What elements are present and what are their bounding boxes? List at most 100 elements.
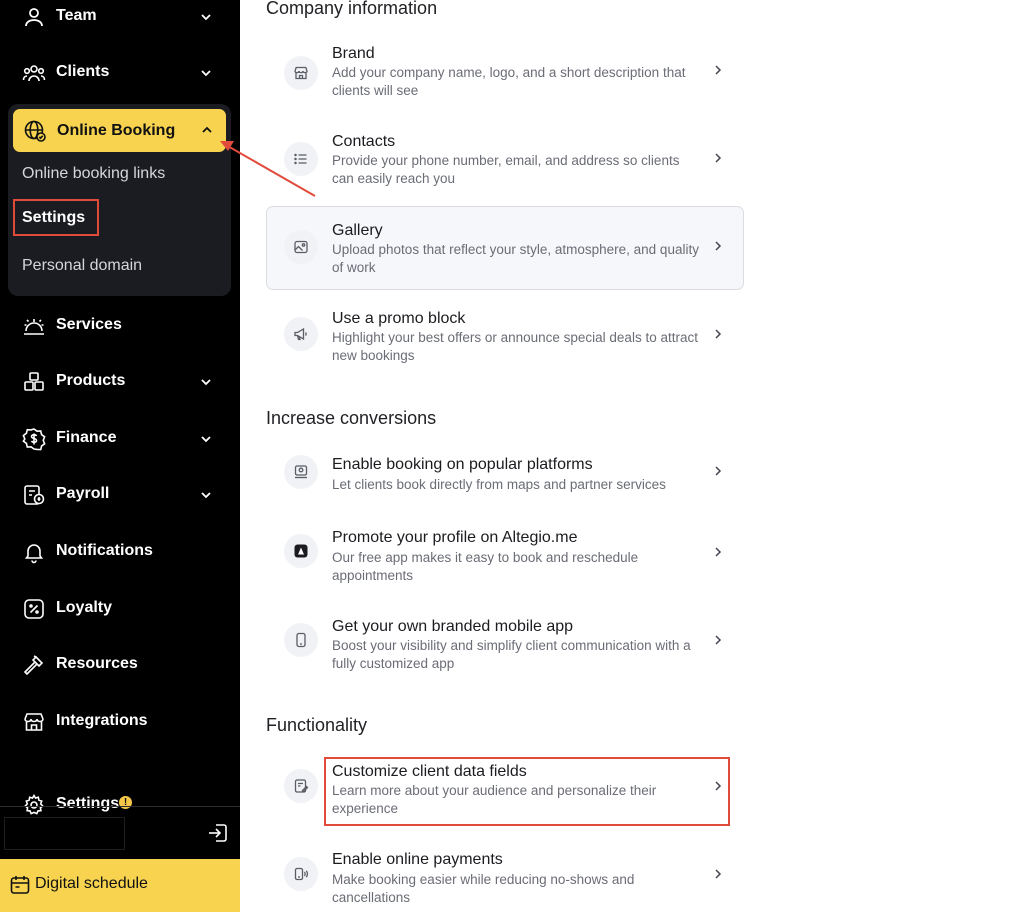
globe-icon	[24, 120, 46, 142]
chevron-right-icon	[715, 241, 722, 251]
card-altegio-me[interactable]: Promote your profile on Altegio.me Our f…	[266, 516, 744, 600]
sidebar-item-payroll[interactable]: Payroll	[0, 475, 240, 515]
chevron-right-icon	[715, 466, 722, 476]
sidebar: Team Clients Online Booking Online booki…	[0, 0, 240, 912]
edit-form-icon	[284, 769, 318, 803]
sidebar-item-clients[interactable]: Clients	[0, 53, 240, 93]
chevron-right-icon	[715, 869, 722, 879]
chevron-down-icon	[201, 492, 211, 499]
card-description: Make booking easier while reducing no-sh…	[332, 872, 635, 905]
sidebar-item-label: Notifications	[56, 542, 153, 559]
card-title: Customize client data fields	[332, 763, 527, 780]
storefront-icon	[284, 56, 318, 90]
megaphone-icon	[284, 317, 318, 351]
chevron-right-icon	[715, 547, 722, 557]
card-description: Provide your phone number, email, and ad…	[332, 153, 680, 186]
logout-icon[interactable]	[206, 821, 230, 845]
sidebar-item-label: Integrations	[56, 712, 148, 729]
chevron-right-icon	[715, 781, 722, 791]
card-description: Let clients book directly from maps and …	[332, 477, 666, 492]
sidebar-item-finance[interactable]: Finance	[0, 419, 240, 459]
percent-icon	[24, 599, 44, 619]
platforms-icon	[284, 455, 318, 489]
sidebar-item-resources[interactable]: Resources	[0, 645, 240, 685]
sidebar-item-label: Team	[56, 7, 97, 24]
card-gallery[interactable]: Gallery Upload photos that reflect your …	[266, 206, 744, 290]
card-online-payments[interactable]: Enable online payments Make booking easi…	[266, 836, 744, 920]
sidebar-divider	[0, 806, 240, 807]
chevron-right-icon	[715, 329, 722, 339]
clients-icon	[22, 65, 46, 82]
settings-alert-badge: !	[119, 796, 132, 809]
bell-icon	[24, 544, 44, 564]
section-title-functionality: Functionality	[266, 715, 368, 735]
card-title: Contacts	[332, 133, 396, 150]
calendar-icon	[10, 876, 30, 894]
sidebar-item-integrations[interactable]: Integrations	[0, 702, 240, 742]
payroll-icon	[24, 485, 45, 505]
chevron-down-icon	[201, 379, 211, 386]
digital-schedule-button[interactable]: Digital schedule	[0, 859, 240, 912]
card-description: Highlight your best offers or announce s…	[332, 330, 698, 363]
sidebar-item-label: Products	[56, 372, 126, 389]
chevron-up-icon	[202, 126, 212, 133]
sidebar-item-online-booking[interactable]: Online Booking	[13, 109, 226, 152]
image-icon	[284, 230, 318, 264]
section-title-company-information: Company information	[266, 0, 438, 18]
sidebar-item-label: Settings	[56, 795, 120, 812]
sidebar-item-notifications[interactable]: Notifications	[0, 532, 240, 572]
card-booking-platforms[interactable]: Enable booking on popular platforms Let …	[266, 443, 744, 527]
dollar-badge-icon	[22, 428, 46, 451]
sidebar-item-products[interactable]: Products	[0, 362, 240, 402]
chevron-right-icon	[715, 153, 722, 163]
sidebar-item-team[interactable]: Team	[0, 0, 240, 37]
section-title-increase-conversions: Increase conversions	[266, 408, 437, 428]
card-title: Enable online payments	[332, 851, 503, 868]
sidebar-subitem-settings[interactable]: Settings	[22, 209, 85, 227]
card-description: Upload photos that reflect your style, a…	[332, 242, 699, 275]
smartphone-icon	[284, 623, 318, 657]
chevron-right-icon	[715, 65, 722, 75]
service-bell-icon	[24, 319, 44, 335]
sidebar-item-label: Resources	[56, 655, 138, 672]
altegio-logo-icon	[284, 534, 318, 568]
sidebar-item-label: Payroll	[56, 485, 110, 502]
sidebar-subitem-personal-domain[interactable]: Personal domain	[22, 257, 142, 275]
hammer-icon	[23, 655, 44, 676]
card-description: Our free app makes it easy to book and r…	[332, 550, 639, 583]
chevron-right-icon	[715, 635, 722, 645]
person-icon	[25, 8, 43, 27]
card-contacts[interactable]: Contacts Provide your phone number, emai…	[266, 119, 744, 203]
card-title: Use a promo block	[332, 310, 466, 327]
sidebar-subitem-online-booking-links[interactable]: Online booking links	[22, 165, 165, 183]
sidebar-item-label: Online Booking	[57, 122, 176, 139]
card-description: Learn more about your audience and perso…	[332, 783, 657, 816]
card-brand[interactable]: Brand Add your company name, logo, and a…	[266, 31, 744, 115]
chevron-down-icon	[201, 436, 211, 443]
digital-schedule-label: Digital schedule	[35, 875, 148, 892]
chevron-down-icon	[201, 70, 211, 77]
gear-icon	[24, 793, 44, 815]
card-promo-block[interactable]: Use a promo block Highlight your best of…	[266, 296, 744, 380]
card-title: Gallery	[332, 222, 383, 239]
contactless-payment-icon	[284, 857, 318, 891]
redacted-account-name	[4, 817, 125, 850]
chevron-down-icon	[201, 14, 211, 21]
card-description: Boost your visibility and simplify clien…	[332, 638, 691, 671]
card-title: Brand	[332, 45, 375, 62]
card-description: Add your company name, logo, and a short…	[332, 65, 686, 98]
sidebar-item-label: Services	[56, 316, 122, 333]
sidebar-item-label: Clients	[56, 63, 110, 80]
sidebar-item-services[interactable]: Services	[0, 306, 240, 346]
card-title: Enable booking on popular platforms	[332, 456, 593, 473]
card-title: Get your own branded mobile app	[332, 618, 574, 635]
sidebar-item-label: Finance	[56, 429, 117, 446]
sidebar-item-loyalty[interactable]: Loyalty	[0, 589, 240, 629]
boxes-icon	[24, 372, 44, 391]
card-title: Promote your profile on Altegio.me	[332, 529, 578, 546]
store-icon	[24, 713, 44, 731]
sidebar-item-label: Loyalty	[56, 599, 113, 616]
card-branded-app[interactable]: Get your own branded mobile app Boost yo…	[266, 605, 744, 689]
list-icon	[284, 142, 318, 176]
card-customize-client-data-fields[interactable]: Customize client data fields Learn more …	[266, 748, 744, 832]
